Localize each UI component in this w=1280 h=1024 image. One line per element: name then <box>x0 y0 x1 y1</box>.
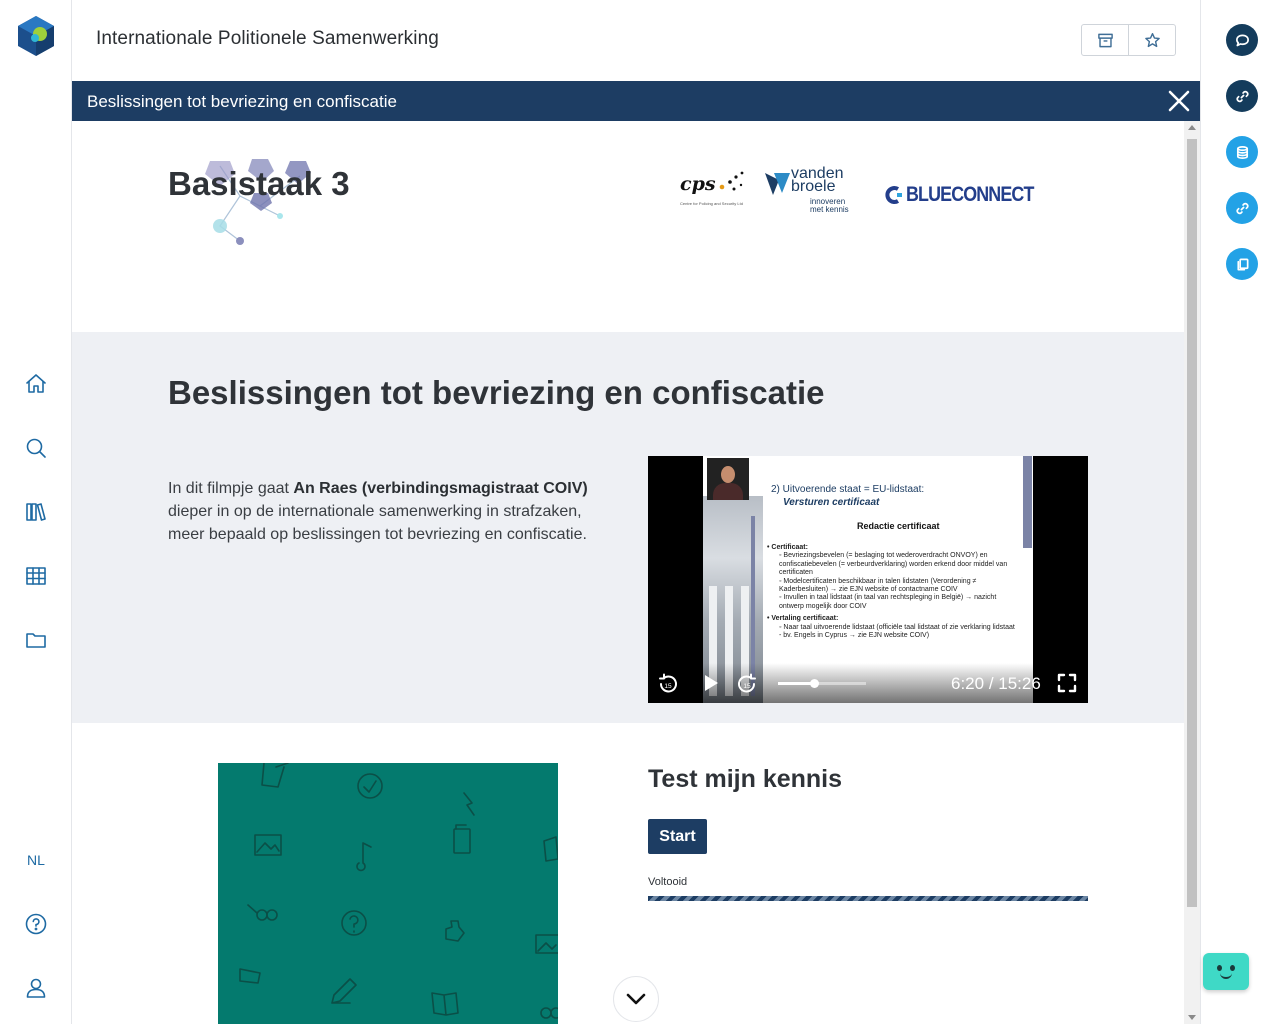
app-logo-icon[interactable] <box>14 14 58 58</box>
quiz-illustration <box>218 763 558 1024</box>
help-icon[interactable] <box>22 910 50 938</box>
current-time: 6:20 <box>951 674 985 693</box>
vandenbroele-logo: vanden broele <box>791 166 844 195</box>
link-icon <box>1235 90 1249 102</box>
copy-icon <box>1236 258 1248 270</box>
chatbot-eye-right <box>1230 965 1235 971</box>
video-controls: 15 15 6:20 / 15:26 <box>648 663 1088 703</box>
intro-text-start: In dit filmpje gaat <box>168 480 294 497</box>
fullscreen-icon <box>1057 673 1077 693</box>
video-player[interactable]: 2) Uitvoerende staat = EU-lidstaat: Vers… <box>648 456 1088 703</box>
scrollbar-thumb[interactable] <box>1187 139 1197 907</box>
scroll-down-button[interactable] <box>613 976 659 1022</box>
folder-icon[interactable] <box>22 626 50 654</box>
link-button-secondary[interactable] <box>1226 192 1258 224</box>
archive-icon <box>1097 33 1113 47</box>
slide-line: ◦ Invullen in taal lidstaat (in taal van… <box>779 594 997 610</box>
video-time: 6:20 / 15:26 <box>951 674 1041 693</box>
fullscreen-button[interactable] <box>1057 673 1077 698</box>
close-button[interactable] <box>1166 88 1192 114</box>
copy-button[interactable] <box>1226 248 1258 280</box>
archive-button[interactable] <box>1082 25 1128 55</box>
slide-accent-bar-right <box>1023 456 1032 548</box>
play-button[interactable] <box>700 672 722 699</box>
right-sidebar <box>1200 0 1280 1024</box>
duration: 15:26 <box>998 674 1041 693</box>
intro-speaker: An Raes (verbindingsmagistraat COIV) <box>293 480 588 497</box>
play-icon <box>705 675 718 691</box>
slide-subheading: Versturen certificaat <box>783 497 880 508</box>
blueconnect-logo: BLUECONNECT <box>884 183 1056 207</box>
left-sidebar: NL <box>0 0 72 1024</box>
rewind-15-icon: 15 <box>659 673 677 693</box>
scroll-down-arrow-icon[interactable] <box>1188 1015 1196 1020</box>
grid-icon[interactable] <box>22 562 50 590</box>
svg-text:15: 15 <box>743 683 751 690</box>
slide-section-title: Redactie certificaat <box>857 521 940 531</box>
slide-line: ◦ Bevriezingsbevelen (= beslaging tot we… <box>779 552 1008 577</box>
slide-line: • Vertaling certificaat: <box>767 615 839 623</box>
chat-button[interactable] <box>1226 24 1258 56</box>
forward-15-icon: 15 <box>738 673 756 693</box>
top-header: Internationale Politionele Samenwerking <box>72 0 1200 81</box>
slide-heading: 2) Uitvoerende staat = EU-lidstaat: <box>771 484 925 495</box>
blueconnect-c-icon <box>885 186 902 204</box>
cps-logo: cps <box>680 173 716 195</box>
start-quiz-button[interactable]: Start <box>648 819 707 854</box>
chevron-down-icon <box>626 993 646 1005</box>
quiz-title: Test mijn kennis <box>648 765 843 793</box>
link-button-primary[interactable] <box>1226 80 1258 112</box>
intro-text-end: dieper in op de internationale samenwerk… <box>168 503 587 543</box>
video-progress-bar[interactable] <box>778 679 866 688</box>
video-section: Beslissingen tot bevriezing en confiscat… <box>72 332 1184 723</box>
partner-logos: cps Centre for Policing and Security Ltd… <box>676 165 1066 215</box>
header-actions <box>1081 24 1176 56</box>
vandenbroele-tag2: met kennis <box>810 205 849 214</box>
content-area: Basistaak 3 cps Centre for Policing and … <box>72 121 1184 1024</box>
vandenbroele-logo-icon <box>765 173 790 195</box>
link-icon <box>1235 202 1249 214</box>
section-title: Beslissingen tot bevriezing en confiscat… <box>168 374 825 411</box>
vandenbroele-tagline: innoveren met kennis <box>810 198 849 214</box>
home-icon[interactable] <box>22 370 50 398</box>
chatbot-mouth <box>1220 973 1232 979</box>
rewind-15-button[interactable]: 15 <box>656 672 680 701</box>
svg-text:15: 15 <box>664 683 672 690</box>
slide-line: • Certificaat: <box>767 544 808 551</box>
scroll-up-arrow-icon[interactable] <box>1188 125 1196 130</box>
slide-line: ◦ Naar taal uitvoerende lidstaat (offici… <box>779 623 1015 640</box>
library-icon[interactable] <box>22 498 50 526</box>
blueconnect-text: BLUECONNECT <box>906 183 1034 206</box>
app-title: Internationale Politionele Samenwerking <box>96 28 439 49</box>
language-switch[interactable]: NL <box>0 852 72 868</box>
slide-body: • Certificaat: ◦ Bevriezingsbevelen (= be… <box>767 540 1017 640</box>
completion-progress-bar <box>648 896 1088 901</box>
quiz-section: Test mijn kennis Start Voltooid <box>72 723 1184 1024</box>
doodle-pattern <box>239 763 558 1019</box>
forward-15-button[interactable]: 15 <box>735 672 759 701</box>
completion-label: Voltooid <box>648 876 688 888</box>
intro-text: In dit filmpje gaat An Raes (verbindings… <box>168 477 618 546</box>
slide-line: ◦ Modelcertificaten beschikbaar in talen… <box>779 577 977 594</box>
chatbot-eye-left <box>1217 965 1222 971</box>
favorite-button[interactable] <box>1128 25 1175 55</box>
module-title-bar: Beslissingen tot bevriezing en confiscat… <box>72 81 1200 121</box>
cps-tagline: Centre for Policing and Security Ltd <box>680 201 743 206</box>
star-icon <box>1144 32 1160 47</box>
close-icon <box>1168 90 1190 112</box>
video-progress-handle[interactable] <box>810 679 820 688</box>
module-title: Beslissingen tot bevriezing en confiscat… <box>87 92 397 111</box>
user-icon[interactable] <box>22 974 50 1002</box>
search-icon[interactable] <box>22 434 50 462</box>
chat-icon <box>1235 34 1249 46</box>
hero-banner: Basistaak 3 cps Centre for Policing and … <box>72 121 1184 332</box>
video-progress-fill <box>778 682 815 685</box>
chatbot-button[interactable] <box>1203 953 1249 990</box>
hero-heading: Basistaak 3 <box>168 165 350 202</box>
cps-dots-graphic <box>719 171 744 191</box>
database-icon <box>1236 145 1248 159</box>
database-button[interactable] <box>1226 136 1258 168</box>
presenter-thumbnail <box>707 458 749 500</box>
content-scrollbar[interactable] <box>1184 121 1200 1024</box>
